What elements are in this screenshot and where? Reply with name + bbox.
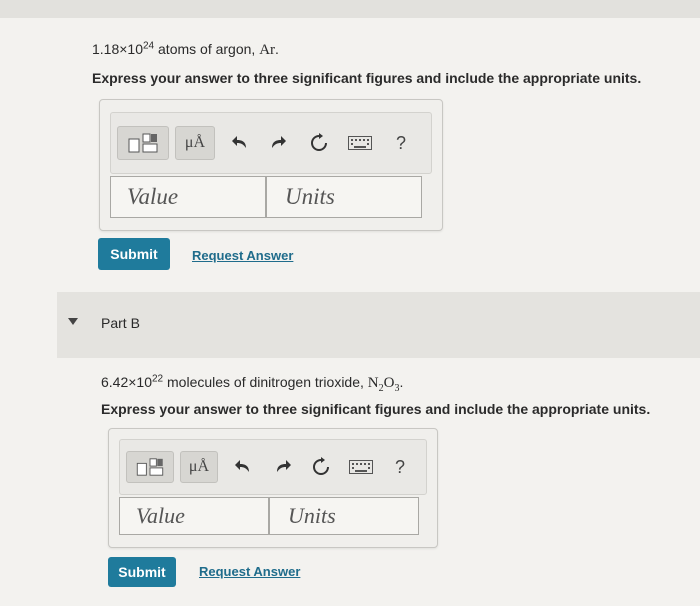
part-b-instruction: Express your answer to three significant… xyxy=(101,401,651,417)
undo-icon[interactable] xyxy=(232,457,254,477)
problem-text: molecules of dinitrogen trioxide, xyxy=(163,374,368,390)
help-symbol: ? xyxy=(395,132,406,153)
part-a-instruction: Express your answer to three significant… xyxy=(92,70,642,86)
redo-icon[interactable] xyxy=(267,133,289,153)
units-input[interactable]: Units xyxy=(266,176,422,218)
template-icon[interactable] xyxy=(117,126,169,160)
units-button[interactable]: μÅ xyxy=(180,451,218,483)
part-b-toolbar: μÅ ? xyxy=(119,439,427,495)
top-strip xyxy=(0,0,700,18)
problem-number: 6.42×10 xyxy=(101,374,152,390)
undo-icon[interactable] xyxy=(229,133,251,153)
reset-icon[interactable] xyxy=(308,132,330,154)
units-symbol: μÅ xyxy=(188,458,210,475)
formula-o: O xyxy=(383,375,395,391)
redo-icon[interactable] xyxy=(272,457,294,477)
part-b-answer-box: μÅ ? Value Units xyxy=(108,428,438,548)
reset-icon[interactable] xyxy=(310,456,332,478)
collapse-caret-icon[interactable] xyxy=(68,318,78,325)
problem-exponent: 24 xyxy=(143,40,155,52)
problem-text: atoms of argon, xyxy=(154,41,260,57)
value-input[interactable]: Value xyxy=(110,176,266,218)
problem-number: 1.18×10 xyxy=(92,41,143,57)
units-symbol: μÅ xyxy=(184,134,206,151)
part-b-label: Part B xyxy=(101,315,140,331)
help-icon[interactable]: ? xyxy=(391,131,411,155)
problem-exponent: 22 xyxy=(152,373,164,385)
template-icon[interactable] xyxy=(126,451,174,483)
units-placeholder: Units xyxy=(285,184,335,209)
request-answer-link[interactable]: Request Answer xyxy=(192,248,293,263)
keyboard-icon[interactable] xyxy=(348,459,374,475)
part-b-header[interactable] xyxy=(57,292,700,358)
units-input[interactable]: Units xyxy=(269,497,419,535)
problem-period: . xyxy=(399,374,404,390)
units-button[interactable]: μÅ xyxy=(175,126,215,160)
request-answer-link[interactable]: Request Answer xyxy=(199,564,300,579)
keyboard-icon[interactable] xyxy=(347,135,373,151)
submit-button[interactable]: Submit xyxy=(108,557,176,587)
part-b-problem: 6.42×1022 molecules of dinitrogen trioxi… xyxy=(101,373,404,394)
help-symbol: ? xyxy=(394,456,405,477)
help-icon[interactable]: ? xyxy=(390,455,410,479)
value-placeholder: Value xyxy=(127,184,179,209)
submit-button[interactable]: Submit xyxy=(98,238,170,270)
value-input[interactable]: Value xyxy=(119,497,269,535)
chemical-formula: N2O3 xyxy=(367,375,400,394)
element-symbol: Ar xyxy=(259,42,276,58)
part-a-problem: 1.18×1024 atoms of argon, Ar. xyxy=(92,41,279,59)
part-a-toolbar: μÅ ? xyxy=(110,112,432,174)
formula-n: N xyxy=(367,375,379,391)
problem-period: . xyxy=(275,41,279,57)
part-a-answer-box: μÅ ? Value Units xyxy=(99,99,443,231)
value-placeholder: Value xyxy=(136,503,185,528)
units-placeholder: Units xyxy=(288,503,336,528)
